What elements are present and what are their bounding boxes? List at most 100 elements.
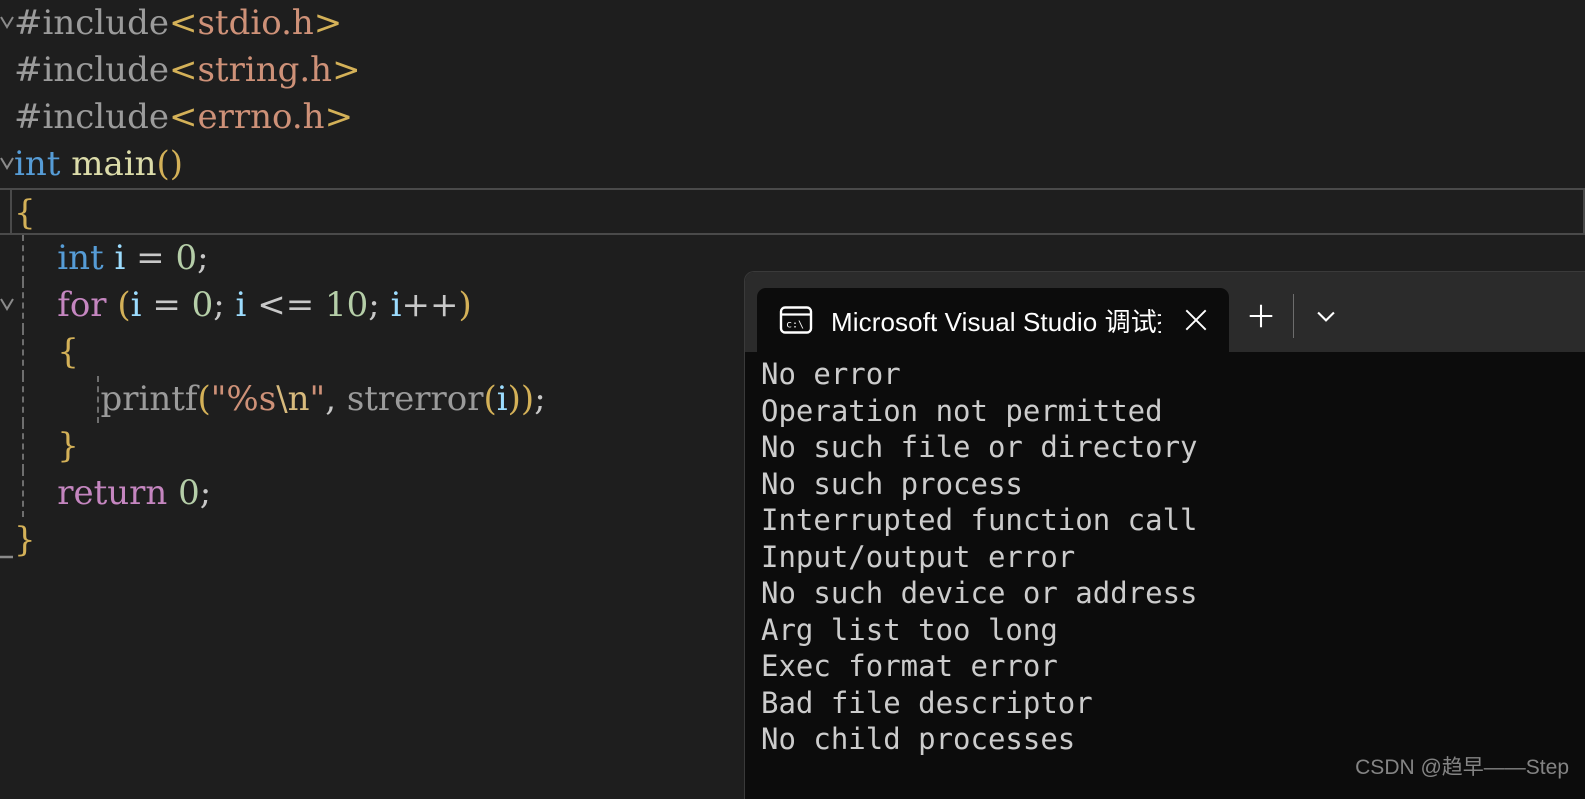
indent-guide	[22, 470, 24, 517]
code-token: <	[168, 97, 198, 137]
fold-chevron-down-icon[interactable]	[0, 0, 14, 47]
code-line[interactable]: #include<errno.h>	[0, 94, 1585, 141]
code-line[interactable]: {	[0, 188, 1585, 235]
code-line[interactable]: int main()	[0, 141, 1585, 188]
terminal-window[interactable]: c:\ Microsoft Visual Studio 调试挖 No error…	[745, 272, 1585, 799]
code-line-content: }	[14, 520, 36, 560]
svg-text:c:\: c:\	[786, 320, 804, 331]
code-token: i	[235, 285, 247, 325]
fold-end-icon[interactable]	[0, 517, 14, 564]
code-token: 0	[191, 285, 214, 325]
code-token: ;	[534, 379, 546, 419]
terminal-output[interactable]: No error Operation not permitted No such f…	[745, 352, 1585, 758]
code-token: 10	[325, 285, 369, 325]
code-token: "	[309, 379, 326, 419]
terminal-output-line: Operation not permitted	[761, 393, 1163, 428]
code-token: 0	[175, 238, 198, 278]
code-line-content: #include<errno.h>	[14, 97, 353, 137]
code-token: string.h	[197, 50, 333, 90]
new-tab-icon[interactable]	[1229, 288, 1293, 344]
code-line-content: int main()	[14, 144, 183, 184]
terminal-output-line: Arg list too long	[761, 612, 1058, 647]
indent-guide	[22, 235, 24, 282]
code-token: }	[14, 520, 36, 560]
fold-chevron-down-icon[interactable]	[0, 141, 14, 188]
terminal-output-line: No error	[761, 357, 901, 391]
code-line-content: printf("%s\n", strerror(i));	[14, 379, 546, 419]
code-token: <	[168, 3, 198, 43]
indent-guide	[22, 329, 24, 376]
code-line-content: #include<string.h>	[14, 50, 361, 90]
code-token: {	[14, 193, 36, 233]
code-token: }	[57, 426, 79, 466]
terminal-output-line: No child processes	[761, 722, 1076, 756]
code-token: <	[168, 50, 198, 90]
code-token: strerror	[346, 379, 484, 419]
code-token: ;	[213, 285, 225, 325]
code-token: >	[332, 50, 361, 90]
code-line-content: int i = 0;	[14, 238, 209, 278]
terminal-tab-title: Microsoft Visual Studio 调试挖	[831, 306, 1161, 337]
code-token: >	[313, 3, 343, 43]
indent-guide	[22, 282, 24, 329]
code-token: "%s	[210, 379, 277, 419]
code-token: ;	[368, 285, 380, 325]
code-token: ))	[507, 379, 535, 419]
terminal-output-line: No such file or directory	[761, 430, 1198, 464]
code-token: (	[117, 285, 131, 325]
console-icon: c:\	[779, 305, 813, 335]
code-token: {	[57, 332, 79, 372]
code-token: ()	[156, 144, 184, 184]
fold-chevron-down-icon[interactable]	[0, 282, 14, 329]
code-token: (	[197, 379, 211, 419]
code-token: ;	[199, 473, 212, 513]
code-token: i	[130, 285, 142, 325]
code-token: printf	[100, 379, 198, 419]
code-token: (	[483, 379, 497, 419]
code-token: ++	[401, 285, 459, 325]
chevron-down-icon[interactable]	[1294, 288, 1358, 344]
code-token: #include	[14, 50, 169, 90]
terminal-output-line: Bad file descriptor	[761, 685, 1093, 720]
code-line[interactable]: #include<string.h>	[0, 47, 1585, 94]
code-line-content: for (i = 0; i <= 10; i++)	[14, 285, 472, 325]
code-token: 0	[178, 473, 200, 513]
code-token: errno.h	[197, 97, 325, 137]
code-token: return	[57, 473, 168, 513]
code-token: =	[136, 238, 165, 278]
terminal-tab[interactable]: c:\ Microsoft Visual Studio 调试挖	[757, 288, 1229, 352]
code-token: main	[71, 144, 157, 184]
code-token: i	[114, 238, 126, 278]
code-token: =	[152, 285, 181, 325]
code-token: <=	[257, 285, 315, 325]
close-icon[interactable]	[1179, 303, 1213, 337]
code-token: int	[57, 238, 104, 278]
code-line-content: {	[14, 193, 36, 233]
code-line-content: #include<stdio.h>	[14, 3, 342, 43]
indent-guide	[22, 376, 24, 423]
code-line[interactable]: #include<stdio.h>	[0, 0, 1585, 47]
code-token: \n	[276, 379, 310, 419]
code-token: ;	[197, 238, 209, 278]
code-token: stdio.h	[197, 3, 314, 43]
code-token: for	[57, 285, 107, 325]
tabbar-actions	[1229, 284, 1358, 352]
code-token: )	[458, 285, 472, 325]
